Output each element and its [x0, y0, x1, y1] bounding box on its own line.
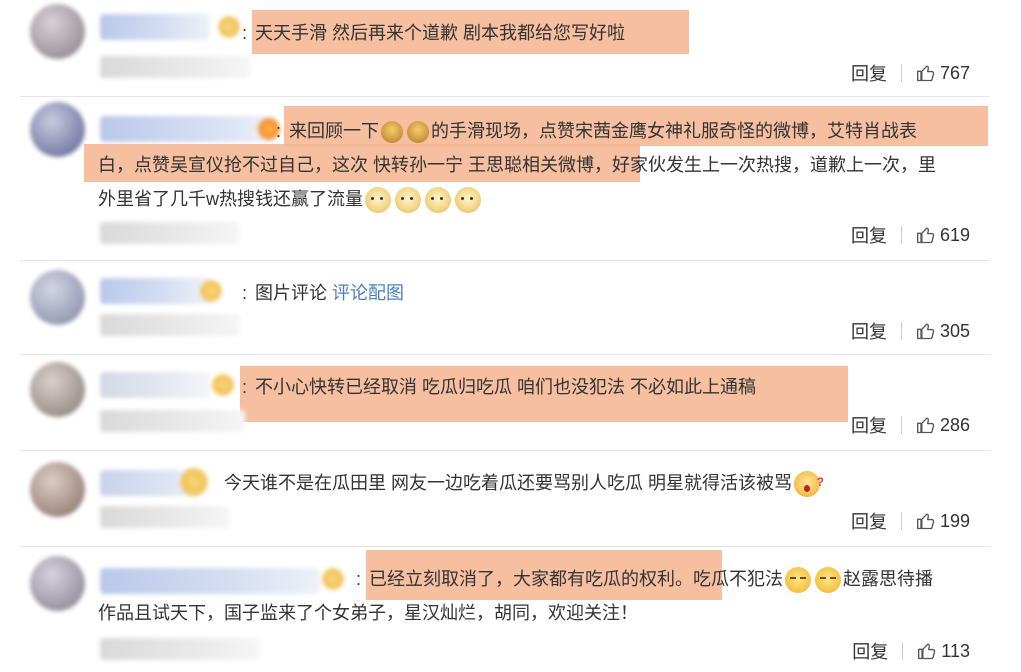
dog-face-icon	[425, 187, 451, 214]
thumbs-up-icon	[916, 417, 935, 434]
comment-content: 图片评论	[255, 283, 328, 303]
like-count: 199	[939, 510, 970, 531]
dog-face-icon	[365, 187, 391, 214]
comment-actions: 回复 199	[851, 508, 970, 534]
comment-text: 今天谁不是在瓜田里 网友一边吃着瓜还要骂别人吃瓜 明星就得活该被骂	[224, 465, 824, 500]
timestamp	[100, 314, 240, 336]
comment-item: : 图片评论 评论配图 回复 305	[20, 260, 990, 355]
like-button[interactable]: 199	[916, 511, 970, 532]
reply-button[interactable]: 回复	[851, 60, 887, 86]
thumbs-up-icon	[918, 643, 936, 660]
like-count: 286	[939, 414, 970, 435]
comment-content: 今天谁不是在瓜田里 网友一边吃着瓜还要骂别人吃瓜 明星就得活该被骂	[224, 473, 792, 493]
reply-button[interactable]: 回复	[851, 222, 887, 248]
like-button[interactable]: 305	[916, 321, 970, 342]
comment-item: 今天谁不是在瓜田里 网友一边吃着瓜还要骂别人吃瓜 明星就得活该被骂 回复 199	[20, 450, 990, 547]
username[interactable]	[100, 278, 210, 304]
comment-item: : 已经立刻取消了，大家都有吃瓜的权利。吃瓜不犯法 赵露思待播 作品且试天下，国子监…	[20, 546, 990, 672]
comment-list: : 天天手滑 然后再来个道歉 剧本我都给您写好啦 回复 767 : 来回顾一下 的手滑…	[0, 0, 1021, 672]
avatar[interactable]	[30, 556, 85, 611]
comment-item: : 天天手滑 然后再来个道歉 剧本我都给您写好啦 回复 767	[20, 0, 990, 97]
comment-text: : 天天手滑 然后再来个道歉 剧本我都给您写好啦	[242, 23, 626, 43]
like-button[interactable]: 286	[916, 415, 970, 436]
username[interactable]	[100, 372, 210, 398]
comment-text: : 已经立刻取消了，大家都有吃瓜的权利。吃瓜不犯法 赵露思待播 作品且试天下，国子监…	[98, 567, 934, 623]
comment-content: 不小心快转已经取消 吃瓜归吃瓜 咱们也没犯法 不必如此上通稿	[255, 377, 757, 397]
image-comment-link[interactable]: 评论配图	[332, 283, 404, 303]
comment-actions: 回复 619	[851, 222, 970, 248]
comment-item: : 不小心快转已经取消 吃瓜归吃瓜 咱们也没犯法 不必如此上通稿 回复 286	[20, 354, 990, 451]
timestamp	[100, 222, 240, 244]
like-count: 619	[939, 224, 970, 245]
reply-button[interactable]: 回复	[852, 638, 888, 664]
reply-button[interactable]: 回复	[851, 412, 887, 438]
reply-button[interactable]: 回复	[851, 318, 887, 344]
user-badge-icon	[200, 280, 222, 302]
smug-face-icon	[815, 567, 842, 594]
shocked-face-icon	[794, 465, 824, 499]
timestamp	[100, 410, 245, 432]
comment-actions: 回复 305	[851, 318, 970, 344]
comment-item: : 来回顾一下 的手滑现场，点赞宋茜金鹰女神礼服奇怪的微博，艾特肖战表 白，点赞吴宣…	[20, 96, 990, 261]
dog-face-icon	[455, 187, 481, 214]
user-badge-icon	[218, 16, 240, 38]
burger-icon	[381, 121, 404, 144]
thumbs-up-icon	[916, 65, 935, 82]
divider	[900, 512, 902, 530]
like-count: 305	[939, 320, 970, 341]
reply-button[interactable]: 回复	[851, 508, 887, 534]
comment-actions: 回复 767	[851, 60, 970, 86]
divider	[902, 642, 904, 660]
comment-actions: 回复 113	[852, 638, 970, 664]
like-button[interactable]: 767	[916, 63, 970, 84]
divider	[900, 226, 902, 244]
thumbs-up-icon	[916, 323, 935, 340]
avatar[interactable]	[30, 362, 85, 417]
user-badge-icon	[212, 374, 234, 396]
like-button[interactable]: 619	[916, 225, 970, 246]
like-count: 767	[939, 62, 970, 83]
thumbs-up-icon	[916, 513, 935, 530]
avatar[interactable]	[30, 102, 85, 157]
comment-text: : 来回顾一下 的手滑现场，点赞宋茜金鹰女神礼服奇怪的微博，艾特肖战表 白，点赞吴宣…	[98, 114, 936, 216]
comment-text: : 不小心快转已经取消 吃瓜归吃瓜 咱们也没犯法 不必如此上通稿	[242, 377, 757, 397]
like-button[interactable]: 113	[917, 641, 970, 662]
burger-icon	[407, 121, 430, 144]
avatar[interactable]	[30, 270, 85, 325]
thumbs-up-icon	[916, 227, 935, 244]
comment-text: : 图片评论 评论配图	[242, 283, 405, 303]
username[interactable]	[100, 14, 210, 40]
timestamp	[100, 638, 260, 660]
avatar[interactable]	[30, 462, 85, 517]
timestamp	[100, 506, 230, 528]
comment-actions: 回复 286	[851, 412, 970, 438]
divider	[900, 322, 902, 340]
comment-content: 天天手滑 然后再来个道歉 剧本我都给您写好啦	[255, 23, 626, 43]
user-badge-icon	[180, 468, 208, 496]
like-count: 113	[941, 640, 970, 661]
timestamp	[100, 56, 250, 78]
smug-face-icon	[785, 567, 812, 594]
divider	[900, 416, 902, 434]
dog-face-icon	[395, 187, 421, 214]
divider	[900, 64, 902, 82]
avatar[interactable]	[30, 4, 85, 59]
